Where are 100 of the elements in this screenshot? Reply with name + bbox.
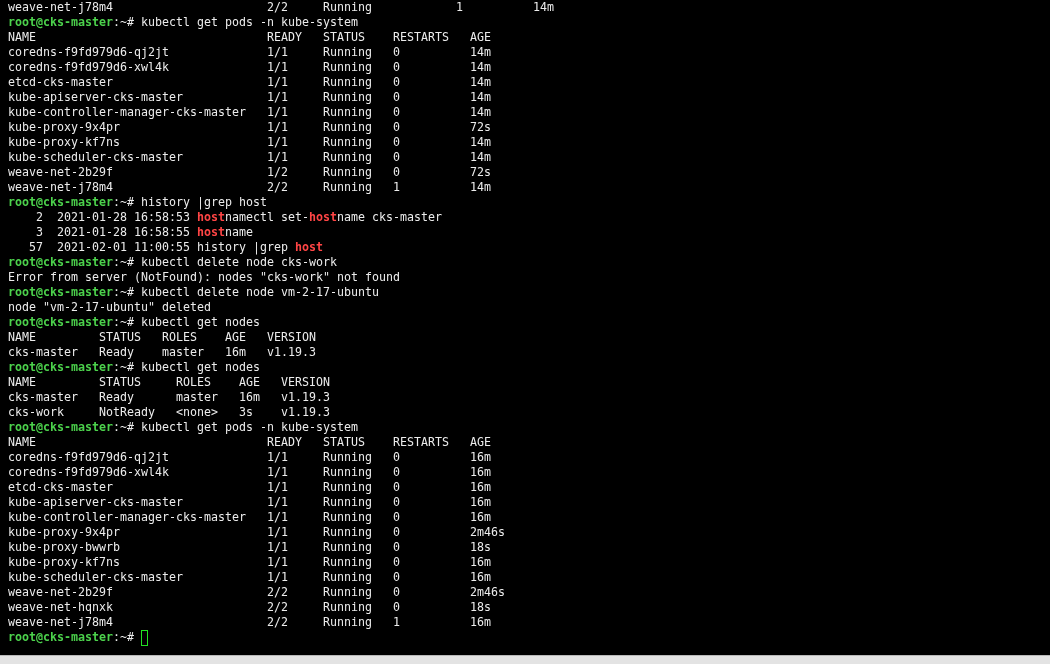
- table-cell-text: 2/2: [266, 585, 289, 600]
- table-cell-text: Running: [322, 135, 373, 150]
- table-cell-text: Running: [322, 180, 373, 195]
- table-cell-text: kube-proxy-kf7ns: [8, 135, 121, 150]
- command-text: kubectl get pods -n kube-system: [140, 15, 358, 29]
- table-cell-text: weave-net-j78m4: [8, 180, 114, 195]
- table-cell-text: coredns-f9fd979d6-xwl4k: [8, 465, 170, 480]
- table-cell: v1.19.3: [266, 345, 316, 360]
- shell-prompt: root@cks-master:~#: [8, 315, 134, 329]
- command-text: kubectl get nodes: [140, 360, 260, 374]
- table-cell-text: 1/1: [266, 540, 289, 555]
- table-cell-text: kube-apiserver-cks-master: [8, 90, 184, 105]
- table-cell-text: 0: [392, 60, 401, 75]
- table-cell-text: 0: [392, 150, 401, 165]
- column-header: AGE: [469, 30, 491, 45]
- command-text: kubectl get nodes: [140, 315, 260, 329]
- history-entry: 3 2021-01-28 16:58:55 hostname: [35, 225, 254, 240]
- table-cell-text: Running: [322, 600, 373, 615]
- table-cell-text: Running: [322, 150, 373, 165]
- table-cell: 14m: [469, 180, 491, 195]
- shell-prompt: root@cks-master:~#: [8, 360, 134, 374]
- table-cell-text: Ready: [99, 390, 135, 405]
- table-cell-text: kube-proxy-kf7ns: [8, 555, 121, 570]
- table-cell-text: weave-net-j78m4: [8, 615, 114, 630]
- table-cell-text: coredns-f9fd979d6-qj2jt: [8, 45, 170, 60]
- table-cell-text: 2/2: [266, 600, 289, 615]
- table-cell-text: 2/2: [266, 180, 289, 195]
- table-cell-text: Running: [322, 540, 373, 555]
- table-cell-text: 0: [392, 600, 401, 615]
- table-cell-text: 1: [392, 615, 401, 630]
- output-line: Error from server (NotFound): nodes "cks-work" not found: [8, 270, 401, 285]
- table-cell-text: kube-controller-manager-cks-master: [8, 510, 247, 525]
- table-cell-text: 0: [392, 450, 401, 465]
- table-cell-text: Running: [322, 480, 373, 495]
- table-cell-text: weave-net-hqnxk: [8, 600, 114, 615]
- table-cell-text: Running: [322, 585, 373, 600]
- output-line: node "vm-2-17-ubuntu" deleted: [8, 300, 212, 315]
- shell-prompt: root@cks-master:~#: [8, 15, 134, 29]
- table-cell-text: Running: [322, 105, 373, 120]
- table-cell: 14m: [469, 135, 491, 150]
- table-cell-text: 1/1: [266, 465, 289, 480]
- table-cell: v1.19.3: [280, 390, 330, 405]
- table-cell-text: 0: [392, 480, 401, 495]
- table-cell: 14m: [469, 105, 491, 120]
- table-cell-text: 0: [392, 465, 401, 480]
- column-header: AGE: [224, 330, 247, 345]
- table-cell: 72s: [469, 120, 491, 135]
- table-cell-text: 0: [392, 45, 401, 60]
- table-cell-text: Ready: [99, 345, 135, 360]
- table-cell-text: 1/1: [266, 480, 289, 495]
- column-header: VERSION: [266, 330, 316, 345]
- table-cell: 16m: [469, 555, 491, 570]
- table-cell-text: master: [175, 390, 219, 405]
- table-cell-text: Running: [322, 75, 373, 90]
- table-cell-text: 0: [392, 105, 401, 120]
- table-cell-text: 1/1: [266, 60, 289, 75]
- table-cell-text: 0: [392, 75, 401, 90]
- table-cell-text: 1/1: [266, 510, 289, 525]
- table-cell: 16m: [469, 570, 491, 585]
- table-cell-text: coredns-f9fd979d6-qj2jt: [8, 450, 170, 465]
- table-cell-text: 1/1: [266, 525, 289, 540]
- table-cell-text: cks-master: [8, 345, 79, 360]
- table-cell-text: Running: [322, 45, 373, 60]
- table-cell-text: Running: [322, 615, 373, 630]
- table-cell: 14m: [469, 150, 491, 165]
- column-header: NAME: [8, 30, 37, 45]
- column-header: VERSION: [280, 375, 330, 390]
- table-cell-text: 0: [392, 555, 401, 570]
- table-cell-text: 0: [392, 510, 401, 525]
- table-cell-text: <none>: [175, 405, 219, 420]
- table-cell-text: 1/1: [266, 150, 289, 165]
- table-cell-text: 1/1: [266, 75, 289, 90]
- table-cell: 18s: [469, 600, 491, 615]
- table-cell-text: 0: [392, 585, 401, 600]
- history-entry: 2 2021-01-28 16:58:53 hostnamectl set-hostname cks-master: [35, 210, 443, 225]
- shell-prompt: root@cks-master:~#: [8, 285, 134, 299]
- column-header: ROLES: [175, 375, 212, 390]
- table-cell-text: cks-master: [8, 390, 79, 405]
- column-header: RESTARTS: [392, 30, 450, 45]
- table-cell-text: kube-proxy-9x4pr: [8, 525, 121, 540]
- table-cell-text: 1/1: [266, 90, 289, 105]
- table-cell-text: Running: [322, 120, 373, 135]
- history-entry: 57 2021-02-01 11:00:55 history |grep host: [28, 240, 324, 255]
- column-header: NAME: [8, 375, 37, 390]
- table-cell-text: etcd-cks-master: [8, 75, 114, 90]
- table-cell-text: 1/1: [266, 135, 289, 150]
- table-cell-text: 16m: [224, 345, 247, 360]
- column-header: AGE: [238, 375, 261, 390]
- column-header: ROLES: [161, 330, 198, 345]
- table-cell-text: Running: [322, 555, 373, 570]
- table-cell-text: 0: [392, 570, 401, 585]
- table-cell-text: Running: [322, 90, 373, 105]
- table-cell-text: 1/1: [266, 120, 289, 135]
- table-cell-text: kube-controller-manager-cks-master: [8, 105, 247, 120]
- column-header: RESTARTS: [392, 435, 450, 450]
- column-header: STATUS: [322, 435, 366, 450]
- table-cell-text: Running: [322, 450, 373, 465]
- table-cell: 14m: [469, 90, 491, 105]
- shell-prompt: root@cks-master:~#: [8, 630, 134, 644]
- table-cell-text: 0: [392, 135, 401, 150]
